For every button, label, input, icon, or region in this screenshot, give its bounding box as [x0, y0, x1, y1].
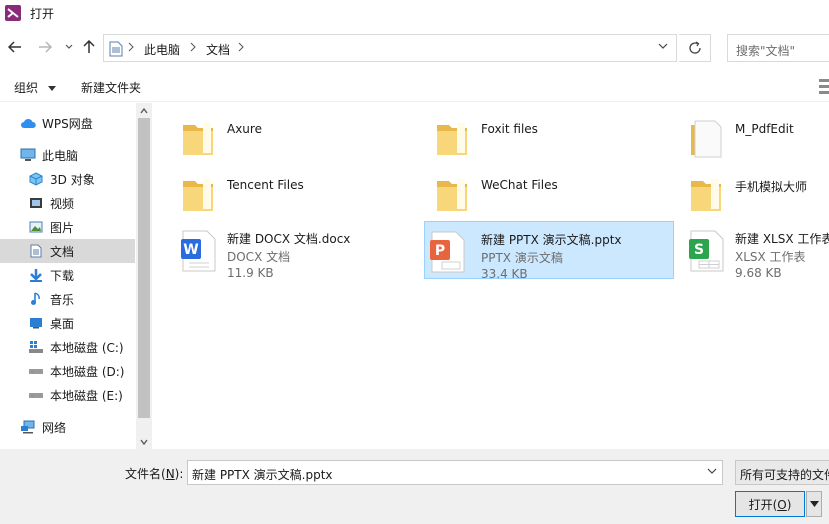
- file-item-xlsx[interactable]: S 新建 XLSX 工作表 XLSX 工作表 9.68 KB: [663, 221, 829, 280]
- command-bar: 组织 新建文件夹: [0, 70, 829, 102]
- computer-icon: [20, 147, 36, 163]
- svg-text:S: S: [694, 242, 704, 258]
- breadcrumb-this-pc[interactable]: 此电脑: [144, 41, 180, 58]
- chevron-right-icon: [190, 42, 196, 52]
- documents-location-icon: [109, 41, 123, 57]
- scroll-down-button[interactable]: [136, 434, 152, 449]
- organize-menu[interactable]: 组织: [14, 79, 56, 96]
- picture-icon: [28, 219, 44, 235]
- search-box[interactable]: 搜索"文档": [727, 34, 829, 62]
- file-list: Axure Foxit files M_PdfEdit Tencent File…: [155, 103, 829, 449]
- system-drive-icon: [28, 339, 44, 355]
- nav-scrollbar[interactable]: [136, 103, 152, 449]
- open-button[interactable]: 打开(O): [735, 491, 805, 517]
- filename-value: 新建 PPTX 演示文稿.pptx: [192, 468, 333, 482]
- nav-item-3d-objects[interactable]: 3D 对象: [0, 167, 135, 191]
- nav-item-network[interactable]: 网络: [0, 415, 135, 439]
- filetype-value: 所有可支持的文件: [740, 468, 829, 482]
- file-item-wechat-files[interactable]: WeChat Files: [409, 161, 659, 217]
- up-arrow-icon: [83, 40, 95, 53]
- svg-text:W: W: [183, 242, 198, 258]
- wps-spreadsheet-icon: S: [689, 230, 724, 272]
- view-options-icon[interactable]: [816, 76, 829, 96]
- wps-app-icon: [5, 5, 21, 21]
- file-item-axure[interactable]: Axure: [155, 105, 405, 161]
- navigation-pane: WPS网盘 此电脑 3D 对象 视频 图片 文档 下载 音乐 桌面 本地磁盘 (…: [0, 103, 152, 449]
- breadcrumb-documents[interactable]: 文档: [206, 41, 230, 58]
- open-label: 打开(O): [748, 497, 792, 512]
- address-row: 此电脑 文档 搜索"文档": [0, 30, 829, 66]
- up-button[interactable]: [80, 38, 98, 56]
- refresh-icon: [688, 41, 701, 54]
- back-arrow-icon: [8, 41, 21, 53]
- folder-icon: [691, 179, 721, 211]
- recent-locations-button[interactable]: [60, 38, 78, 56]
- folder-icon: [437, 123, 467, 155]
- scroll-thumb[interactable]: [138, 118, 150, 418]
- address-history-chevron-icon[interactable]: [658, 43, 668, 49]
- network-icon: [20, 419, 36, 435]
- nav-item-desktop[interactable]: 桌面: [0, 311, 135, 335]
- file-item-docx[interactable]: W 新建 DOCX 文档.docx DOCX 文档 11.9 KB: [155, 221, 405, 280]
- chevron-down-icon[interactable]: [707, 468, 717, 474]
- title-bar: 打开: [0, 0, 829, 26]
- file-item-tencent-files[interactable]: Tencent Files: [155, 161, 405, 217]
- nav-item-pictures[interactable]: 图片: [0, 215, 135, 239]
- file-item-foxit-files[interactable]: Foxit files: [409, 105, 659, 161]
- scroll-up-button[interactable]: [136, 103, 152, 118]
- wps-presentation-icon: P: [430, 231, 465, 273]
- organize-label: 组织: [14, 81, 39, 95]
- nav-item-music[interactable]: 音乐: [0, 287, 135, 311]
- desktop-icon: [28, 315, 44, 331]
- nav-item-wps-cloud[interactable]: WPS网盘: [0, 111, 135, 135]
- filetype-select[interactable]: 所有可支持的文件: [735, 460, 829, 485]
- cloud-icon: [20, 115, 36, 131]
- new-folder-button[interactable]: 新建文件夹: [81, 79, 141, 96]
- svg-text:P: P: [435, 243, 445, 259]
- video-icon: [28, 195, 44, 211]
- chevron-right-icon: [128, 42, 134, 52]
- document-icon: [28, 243, 44, 259]
- chevron-down-icon: [140, 439, 148, 445]
- nav-item-drive-e[interactable]: 本地磁盘 (E:): [0, 383, 135, 407]
- nav-item-videos[interactable]: 视频: [0, 191, 135, 215]
- chevron-down-icon: [65, 44, 73, 49]
- search-placeholder: 搜索"文档": [736, 44, 796, 58]
- file-item-m-pdfedit[interactable]: M_PdfEdit: [663, 105, 829, 161]
- refresh-button[interactable]: [679, 34, 711, 62]
- dropdown-arrow-icon: [809, 501, 819, 507]
- nav-item-documents[interactable]: 文档: [0, 239, 135, 263]
- folder-icon: [437, 179, 467, 211]
- nav-item-downloads[interactable]: 下载: [0, 263, 135, 287]
- wps-writer-icon: W: [181, 230, 216, 272]
- forward-button[interactable]: [36, 38, 54, 56]
- music-icon: [28, 291, 44, 307]
- download-icon: [28, 267, 44, 283]
- chevron-up-icon: [140, 107, 148, 113]
- filename-label: 文件名(N):: [125, 467, 184, 481]
- window-title: 打开: [30, 6, 55, 21]
- folder-icon: [183, 179, 213, 211]
- folder-icon: [183, 123, 213, 155]
- chevron-down-icon: [47, 86, 56, 91]
- dialog-footer: 文件名(N): 新建 PPTX 演示文稿.pptx 所有可支持的文件 打开(O): [0, 449, 829, 524]
- chevron-right-icon: [238, 42, 244, 52]
- back-button[interactable]: [6, 38, 24, 56]
- drive-icon: [28, 363, 44, 379]
- nav-item-drive-c[interactable]: 本地磁盘 (C:): [0, 335, 135, 359]
- cube-3d-icon: [28, 171, 44, 187]
- address-bar[interactable]: 此电脑 文档: [103, 34, 677, 62]
- forward-arrow-icon: [39, 41, 52, 53]
- filename-input[interactable]: 新建 PPTX 演示文稿.pptx: [187, 460, 723, 485]
- folder-document-icon: [691, 120, 722, 158]
- file-item-pptx[interactable]: P 新建 PPTX 演示文稿.pptx PPTX 演示文稿 33.4 KB: [424, 221, 674, 281]
- drive-icon: [28, 387, 44, 403]
- nav-item-this-pc[interactable]: 此电脑: [0, 143, 135, 167]
- open-options-button[interactable]: [806, 491, 822, 517]
- file-item-phone-emulator[interactable]: 手机模拟大师: [663, 161, 829, 217]
- nav-item-drive-d[interactable]: 本地磁盘 (D:): [0, 359, 135, 383]
